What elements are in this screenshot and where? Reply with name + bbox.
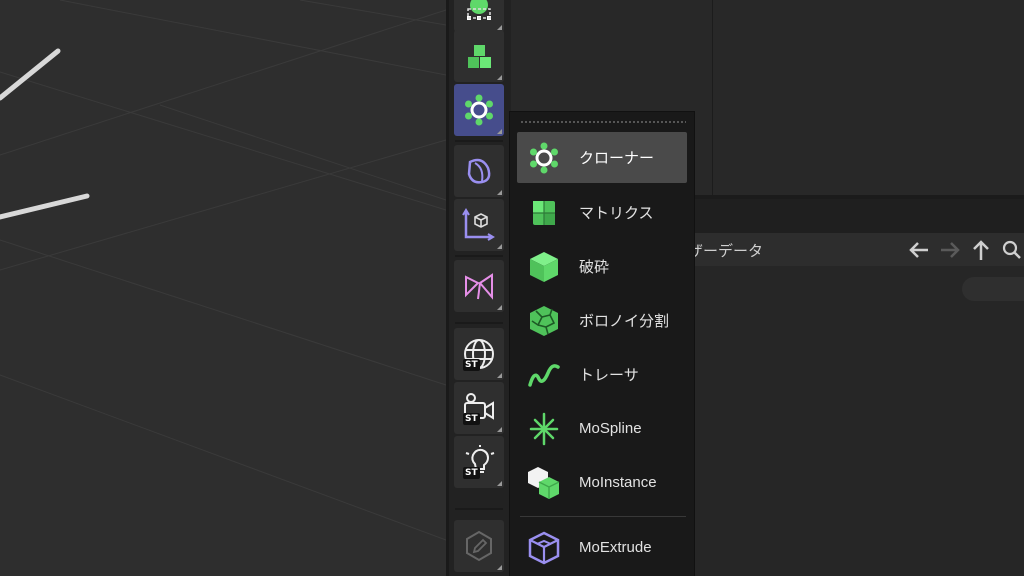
menu-item-label: クローナー: [579, 150, 655, 167]
menu-item-tracer[interactable]: トレーサ: [517, 349, 687, 400]
menu-item-label: MoInstance: [579, 474, 657, 491]
menu-item-voronoi[interactable]: ボロノイ分割: [517, 295, 687, 346]
vertical-toolbar: ST ST ST: [449, 0, 511, 576]
toolbar-button-edit[interactable]: [454, 520, 504, 572]
toolbar-button-cubes[interactable]: [454, 30, 504, 82]
attributes-search-field[interactable]: [962, 277, 1024, 301]
voronoi-icon: [517, 295, 571, 346]
fracture-icon: [517, 241, 571, 292]
menu-item-cloner[interactable]: クローナー: [517, 132, 687, 183]
forward-arrow-icon[interactable]: [935, 236, 964, 263]
menu-drag-handle[interactable]: [520, 120, 686, 124]
st-badge: ST: [463, 413, 480, 425]
toolbar-button-coordinate[interactable]: [454, 199, 504, 251]
toolbar-button-deformer[interactable]: [454, 145, 504, 197]
coordinate-icon: [462, 208, 495, 241]
panel-divider: [712, 0, 713, 195]
bend-icon: [465, 273, 493, 300]
deformer-icon: [467, 158, 491, 184]
moinstance-icon: [517, 457, 571, 508]
attributes-nav: [904, 236, 1024, 263]
attributes-title[interactable]: ザーデータ: [688, 240, 763, 261]
menu-item-fracture[interactable]: 破砕: [517, 241, 687, 292]
cloner-icon: [517, 132, 571, 183]
cubes-icon: [468, 45, 491, 68]
search-icon[interactable]: [997, 236, 1024, 263]
menu-item-label: マトリクス: [579, 205, 654, 222]
mospline-icon: [517, 403, 571, 454]
menu-separator: [520, 516, 686, 517]
toolbar-button-cloner[interactable]: [454, 84, 504, 136]
menu-item-mospline[interactable]: MoSpline: [517, 403, 687, 454]
menu-item-label: MoExtrude: [579, 539, 652, 556]
toolbar-button-light[interactable]: ST: [454, 436, 504, 488]
toolbar-separator: [455, 508, 503, 510]
edit-icon: [466, 530, 492, 562]
toolbar-button-sky[interactable]: ST: [454, 328, 504, 380]
menu-item-label: ボロノイ分割: [579, 313, 670, 330]
generator-icon: [467, 0, 491, 20]
moextrude-icon: [517, 522, 571, 573]
st-badge: ST: [463, 359, 480, 371]
menu-item-moextrude[interactable]: MoExtrude: [517, 522, 687, 573]
matrix-icon: [517, 187, 571, 238]
menu-item-label: トレーサ: [579, 367, 639, 384]
tracer-icon: [517, 349, 571, 400]
toolbar-separator: [455, 322, 503, 324]
st-badge: ST: [463, 467, 480, 479]
viewport-grid: [0, 0, 446, 541]
menu-item-matrix[interactable]: マトリクス: [517, 187, 687, 238]
mograph-popup-menu: クローナー マトリクス 破砕 ボロノイ分割 トレーサ MoSpline MoIn…: [509, 111, 695, 576]
toolbar-button-generator[interactable]: [454, 0, 504, 32]
toolbar-separator: [455, 255, 503, 257]
menu-item-moinstance[interactable]: MoInstance: [517, 457, 687, 508]
toolbar-button-bend[interactable]: [454, 260, 504, 312]
up-arrow-icon[interactable]: [966, 236, 995, 263]
menu-item-label: 破砕: [579, 259, 610, 276]
menu-item-label: MoSpline: [579, 420, 642, 437]
back-arrow-icon[interactable]: [904, 236, 933, 263]
cloner-icon: [465, 94, 493, 126]
3d-viewport[interactable]: [0, 0, 446, 576]
toolbar-separator: [455, 140, 503, 142]
toolbar-button-camera[interactable]: ST: [454, 382, 504, 434]
